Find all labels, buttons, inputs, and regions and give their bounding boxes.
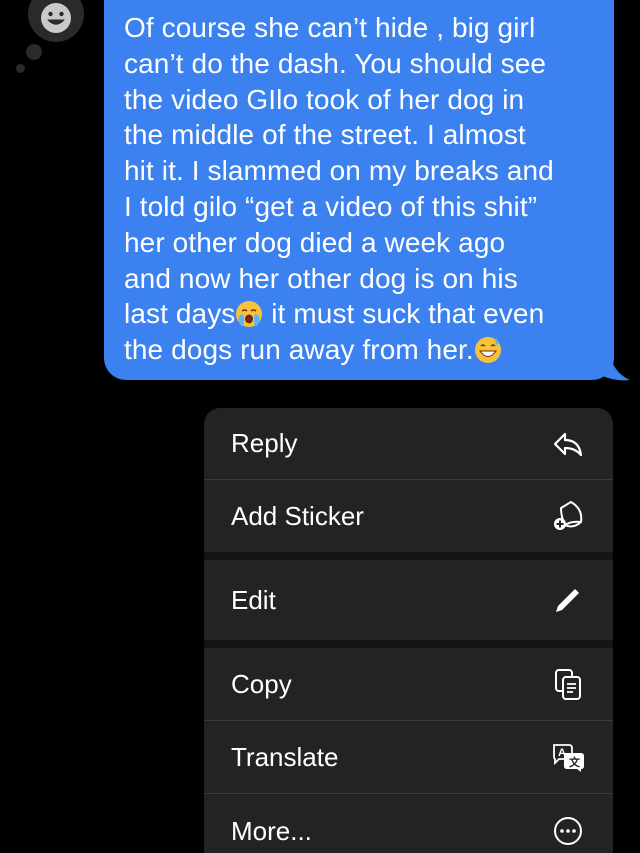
menu-item-label: Copy [231,668,292,699]
menu-item-label: More... [231,815,312,846]
menu-item-label: Add Sticker [231,500,364,531]
message-text: Of course she can’t hide , big girl can’… [124,12,554,366]
bubble-tail [596,352,630,381]
context-menu: Reply Add Sticker Edit Copy Translate A … [204,408,613,853]
menu-item-copy[interactable]: Copy [204,648,613,720]
menu-item-label: Translate [231,741,339,772]
reply-icon [553,432,583,456]
menu-group-divider [204,552,613,560]
menu-item-label: Edit [231,584,276,615]
smiley-face-icon [41,3,71,33]
tapback-tail [26,44,42,60]
menu-item-translate[interactable]: Translate A 文 [204,721,613,793]
menu-item-more[interactable]: More... [204,794,613,853]
copy-icon [555,669,581,700]
sticker-icon [554,501,583,530]
menu-item-add-sticker[interactable]: Add Sticker [204,480,613,552]
grinning-sweat-emoji [474,337,501,364]
pencil-icon [556,589,579,612]
svg-text:文: 文 [569,755,581,769]
menu-item-reply[interactable]: Reply [204,408,613,479]
more-icon [554,817,582,845]
message-bubble[interactable]: Of course she can’t hide , big girl can’… [104,0,614,380]
menu-item-edit[interactable]: Edit [204,560,613,640]
translate-icon: A 文 [553,744,584,772]
menu-group-divider [204,640,613,648]
tapback-tail-dot [16,64,25,73]
crying-face-emoji [236,301,263,328]
menu-item-label: Reply [231,428,298,458]
